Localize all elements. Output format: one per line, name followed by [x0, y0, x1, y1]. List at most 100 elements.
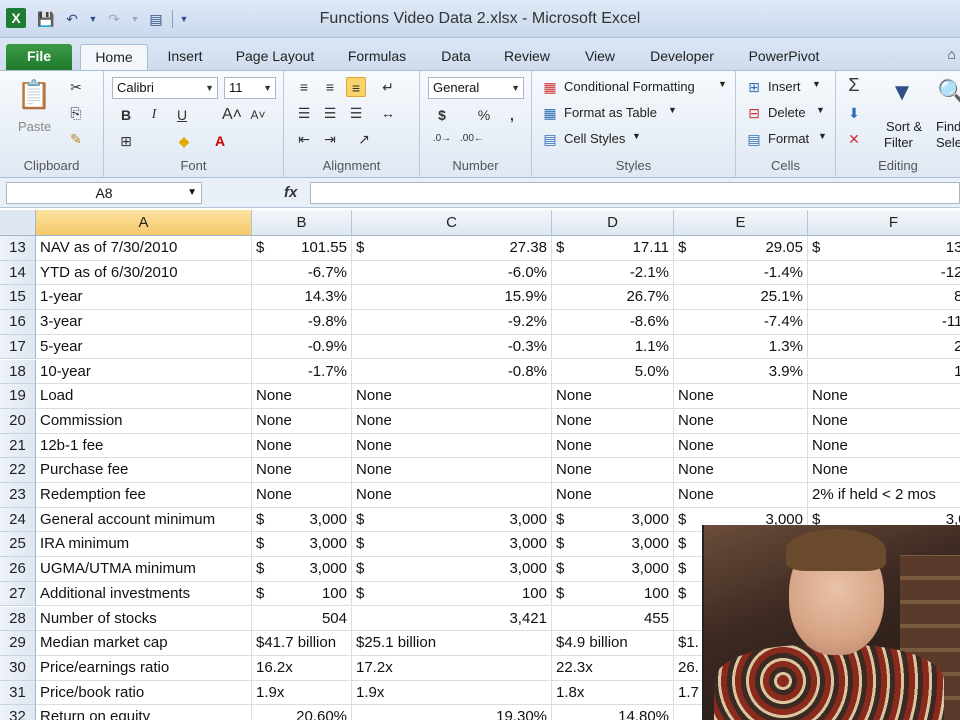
cell-f[interactable]: 1.4: [808, 360, 960, 385]
row-header[interactable]: 29: [0, 631, 36, 656]
sort-label[interactable]: Sort &: [886, 119, 922, 134]
cell-e[interactable]: None: [674, 483, 808, 508]
tab-home[interactable]: Home: [80, 44, 148, 70]
row-header[interactable]: 32: [0, 705, 36, 720]
cell-e[interactable]: 25.1%: [674, 285, 808, 311]
cell-f[interactable]: 8.6: [808, 285, 960, 311]
row-header[interactable]: 24: [0, 507, 36, 533]
cell-a[interactable]: NAV as of 7/30/2010: [36, 236, 252, 261]
cell-f[interactable]: None: [808, 384, 960, 409]
row-header[interactable]: 22: [0, 458, 36, 483]
cell-a[interactable]: Return on equity: [36, 705, 252, 720]
conditional-formatting-button[interactable]: Conditional Formatting: [564, 79, 695, 94]
increase-indent-icon[interactable]: ⇥: [320, 129, 340, 149]
align-bottom-icon[interactable]: ≡: [346, 77, 366, 97]
cell-c[interactable]: None: [352, 408, 552, 434]
cell-b[interactable]: -0.9%: [252, 334, 352, 360]
copy-icon[interactable]: ⎘: [66, 103, 86, 123]
cell-c[interactable]: $3,000: [352, 557, 552, 582]
row-header[interactable]: 13: [0, 236, 36, 261]
cell-c[interactable]: $100: [352, 581, 552, 607]
tab-view[interactable]: View: [580, 44, 620, 70]
cell-e[interactable]: None: [674, 384, 808, 409]
decrease-indent-icon[interactable]: ⇤: [294, 129, 314, 149]
cell-d[interactable]: 14.80%: [552, 705, 674, 720]
formula-input[interactable]: [310, 182, 960, 204]
paste-icon[interactable]: 📋: [16, 75, 52, 115]
chevron-down-icon[interactable]: ▼: [816, 105, 825, 115]
cell-c[interactable]: $3,000: [352, 507, 552, 533]
fill-color-icon[interactable]: ◆: [174, 131, 194, 151]
cell-d[interactable]: None: [552, 408, 674, 434]
italic-button[interactable]: I: [144, 105, 164, 125]
find-select-icon[interactable]: 🔍: [934, 73, 960, 113]
sort-filter-icon[interactable]: ▼: [884, 73, 920, 113]
format-button[interactable]: Format: [768, 131, 809, 146]
cell-a[interactable]: Price/earnings ratio: [36, 655, 252, 681]
cell-d[interactable]: None: [552, 458, 674, 483]
cell-f[interactable]: 2% if held < 2 mos: [808, 483, 960, 508]
row-header[interactable]: 21: [0, 433, 36, 459]
tab-review[interactable]: Review: [500, 44, 554, 70]
cell-d[interactable]: 5.0%: [552, 359, 674, 385]
tab-insert[interactable]: Insert: [162, 44, 208, 70]
cell-f[interactable]: None: [808, 434, 960, 459]
cell-f[interactable]: -11.5: [808, 310, 960, 335]
cell-b[interactable]: 1.9x: [252, 680, 352, 706]
select-all-corner[interactable]: [0, 210, 36, 236]
cell-b[interactable]: $3,000: [252, 532, 352, 558]
cell-b[interactable]: None: [252, 458, 352, 483]
cell-a[interactable]: Load: [36, 384, 252, 409]
cell-c[interactable]: 15.9%: [352, 285, 552, 311]
format-painter-icon[interactable]: ✎: [66, 129, 86, 149]
cell-b[interactable]: -9.8%: [252, 310, 352, 335]
cell-a[interactable]: 10-year: [36, 359, 252, 385]
cell-e[interactable]: -1.4%: [674, 260, 808, 286]
cell-f[interactable]: $13.9: [808, 236, 960, 261]
chevron-down-icon[interactable]: ▼: [632, 131, 641, 141]
row-header[interactable]: 15: [0, 285, 36, 311]
cell-c[interactable]: -0.3%: [352, 334, 552, 360]
cell-d[interactable]: $3,000: [552, 532, 674, 558]
cell-a[interactable]: 12b-1 fee: [36, 433, 252, 459]
orientation-icon[interactable]: ↗: [354, 129, 374, 149]
row-header[interactable]: 28: [0, 606, 36, 632]
increase-decimal-icon[interactable]: .0→: [432, 129, 452, 149]
row-header[interactable]: 31: [0, 680, 36, 706]
cell-d[interactable]: $3,000: [552, 557, 674, 582]
cell-c[interactable]: None: [352, 458, 552, 483]
cell-e[interactable]: None: [674, 458, 808, 483]
cell-styles-icon[interactable]: ▤: [540, 129, 560, 149]
align-center-icon[interactable]: ☰: [320, 103, 340, 123]
insert-button[interactable]: Insert: [768, 79, 801, 94]
column-header-f[interactable]: F: [808, 210, 960, 236]
cell-c[interactable]: -9.2%: [352, 310, 552, 335]
cell-f[interactable]: None: [808, 458, 960, 483]
cell-b[interactable]: 16.2x: [252, 655, 352, 681]
cell-c[interactable]: 17.2x: [352, 655, 552, 681]
tab-developer[interactable]: Developer: [646, 44, 718, 70]
clear-icon[interactable]: ✕: [844, 129, 864, 149]
cell-d[interactable]: None: [552, 384, 674, 409]
wrap-text-icon[interactable]: ↵: [378, 77, 398, 97]
align-right-icon[interactable]: ☰: [346, 103, 366, 123]
tab-formulas[interactable]: Formulas: [344, 44, 410, 70]
fill-icon[interactable]: ⬇: [844, 103, 864, 123]
row-header[interactable]: 19: [0, 384, 36, 409]
cell-a[interactable]: General account minimum: [36, 507, 252, 533]
cell-d[interactable]: -8.6%: [552, 310, 674, 335]
tab-data[interactable]: Data: [436, 44, 476, 70]
cell-c[interactable]: $3,000: [352, 532, 552, 558]
insert-function-icon[interactable]: fx: [284, 184, 297, 201]
insert-cells-icon[interactable]: ⊞: [744, 77, 764, 97]
align-top-icon[interactable]: ≡: [294, 77, 314, 97]
chevron-down-icon[interactable]: ▼: [812, 79, 821, 89]
comma-button[interactable]: ,: [502, 105, 522, 125]
underline-button[interactable]: U: [172, 105, 192, 125]
format-as-table-icon[interactable]: ▦: [540, 103, 560, 123]
row-header[interactable]: 30: [0, 655, 36, 681]
cell-c[interactable]: $25.1 billion: [352, 631, 552, 656]
row-header[interactable]: 26: [0, 557, 36, 582]
paste-button[interactable]: Paste: [18, 119, 51, 134]
row-header[interactable]: 14: [0, 260, 36, 286]
